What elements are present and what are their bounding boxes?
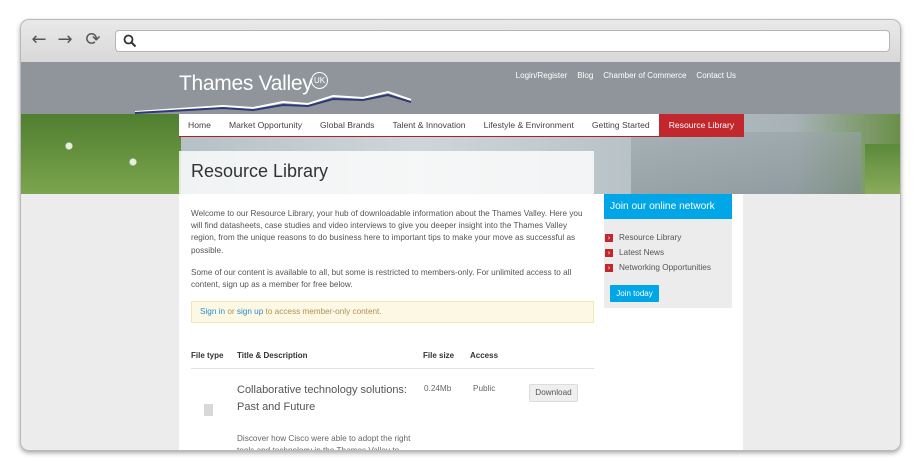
download-button[interactable]: Download — [529, 384, 578, 402]
sidebar-link-label: Latest News — [619, 248, 665, 257]
col-file-size: File size — [423, 351, 455, 360]
banner-trees-left — [21, 114, 181, 194]
notice-rest: to access member-only content. — [263, 307, 382, 317]
reload-icon[interactable]: ⟳ — [83, 30, 103, 50]
address-bar[interactable] — [115, 30, 890, 52]
nav-home[interactable]: Home — [179, 114, 220, 137]
nav-getting-started[interactable]: Getting Started — [583, 114, 659, 137]
sidebar-link-networking[interactable]: › Networking Opportunities — [605, 260, 732, 275]
col-title-description: Title & Description — [237, 351, 308, 360]
arrow-right-icon[interactable]: → — [55, 30, 75, 50]
nav-resource-library[interactable]: Resource Library — [658, 113, 745, 137]
signin-link[interactable]: Sign in — [200, 307, 225, 316]
resource-size: 0.24Mb — [424, 384, 452, 393]
chevron-right-icon: › — [605, 248, 613, 257]
chevron-right-icon: › — [605, 263, 613, 272]
member-notice: Sign in or sign up to access member-only… — [191, 301, 594, 324]
site-header: Thames Valley UK Login/Register Blog Cha… — [21, 62, 900, 114]
nav-global-brands[interactable]: Global Brands — [311, 114, 383, 137]
page-title-box: Resource Library — [179, 151, 594, 194]
main-content: Welcome to our Resource Library, your hu… — [179, 194, 743, 451]
resource-access: Public — [473, 384, 496, 393]
content-left: Welcome to our Resource Library, your hu… — [191, 208, 594, 324]
page-viewport: Thames Valley UK Login/Register Blog Cha… — [21, 62, 900, 451]
page-title: Resource Library — [191, 161, 329, 181]
document-icon — [204, 404, 213, 416]
browser-toolbar: ← → ⟳ — [21, 20, 900, 62]
search-icon — [123, 34, 137, 48]
contact-link[interactable]: Contact Us — [696, 71, 736, 80]
nav-market-opportunity[interactable]: Market Opportunity — [220, 114, 311, 137]
intro-text: Welcome to our Resource Library, your hu… — [191, 209, 583, 255]
chevron-right-icon: › — [605, 233, 613, 242]
main-nav: Home Market Opportunity Global Brands Ta… — [179, 113, 745, 137]
col-file-type: File type — [191, 351, 224, 360]
members-text: Some of our content is available to all,… — [191, 267, 572, 290]
table-header: File type Title & Description File size … — [191, 351, 594, 369]
banner-trees-right — [865, 144, 900, 194]
blog-link[interactable]: Blog — [577, 71, 593, 80]
sidebar: Join our online network › Resource Librar… — [604, 194, 732, 308]
sidebar-link-label: Networking Opportunities — [619, 263, 711, 272]
nav-talent-innovation[interactable]: Talent & Innovation — [383, 114, 474, 137]
chamber-link[interactable]: Chamber of Commerce — [603, 71, 686, 80]
resource-title[interactable]: Collaborative technology solutions: Past… — [237, 382, 412, 416]
sidebar-heading: Join our online network — [604, 194, 732, 219]
join-today-button[interactable]: Join today — [610, 285, 659, 302]
sidebar-links: › Resource Library › Latest News › Networki… — [604, 230, 732, 275]
logo-swoosh — [134, 90, 412, 114]
signup-link[interactable]: sign up — [237, 307, 263, 316]
banner-castle — [631, 132, 861, 194]
login-register-link[interactable]: Login/Register — [516, 71, 568, 80]
sidebar-link-resource-library[interactable]: › Resource Library — [605, 230, 732, 245]
nav-lifestyle-environment[interactable]: Lifestyle & Environment — [475, 114, 583, 137]
sidebar-link-latest-news[interactable]: › Latest News — [605, 245, 732, 260]
sidebar-link-label: Resource Library — [619, 233, 682, 242]
notice-or: or — [225, 307, 237, 317]
arrow-left-icon[interactable]: ← — [29, 30, 49, 50]
top-links: Login/Register Blog Chamber of Commerce … — [516, 71, 736, 80]
col-access: Access — [470, 351, 499, 360]
resource-description: Discover how Cisco were able to adopt th… — [237, 434, 411, 451]
browser-window: ← → ⟳ Thames Valley UK Login/Register Bl… — [20, 19, 901, 451]
